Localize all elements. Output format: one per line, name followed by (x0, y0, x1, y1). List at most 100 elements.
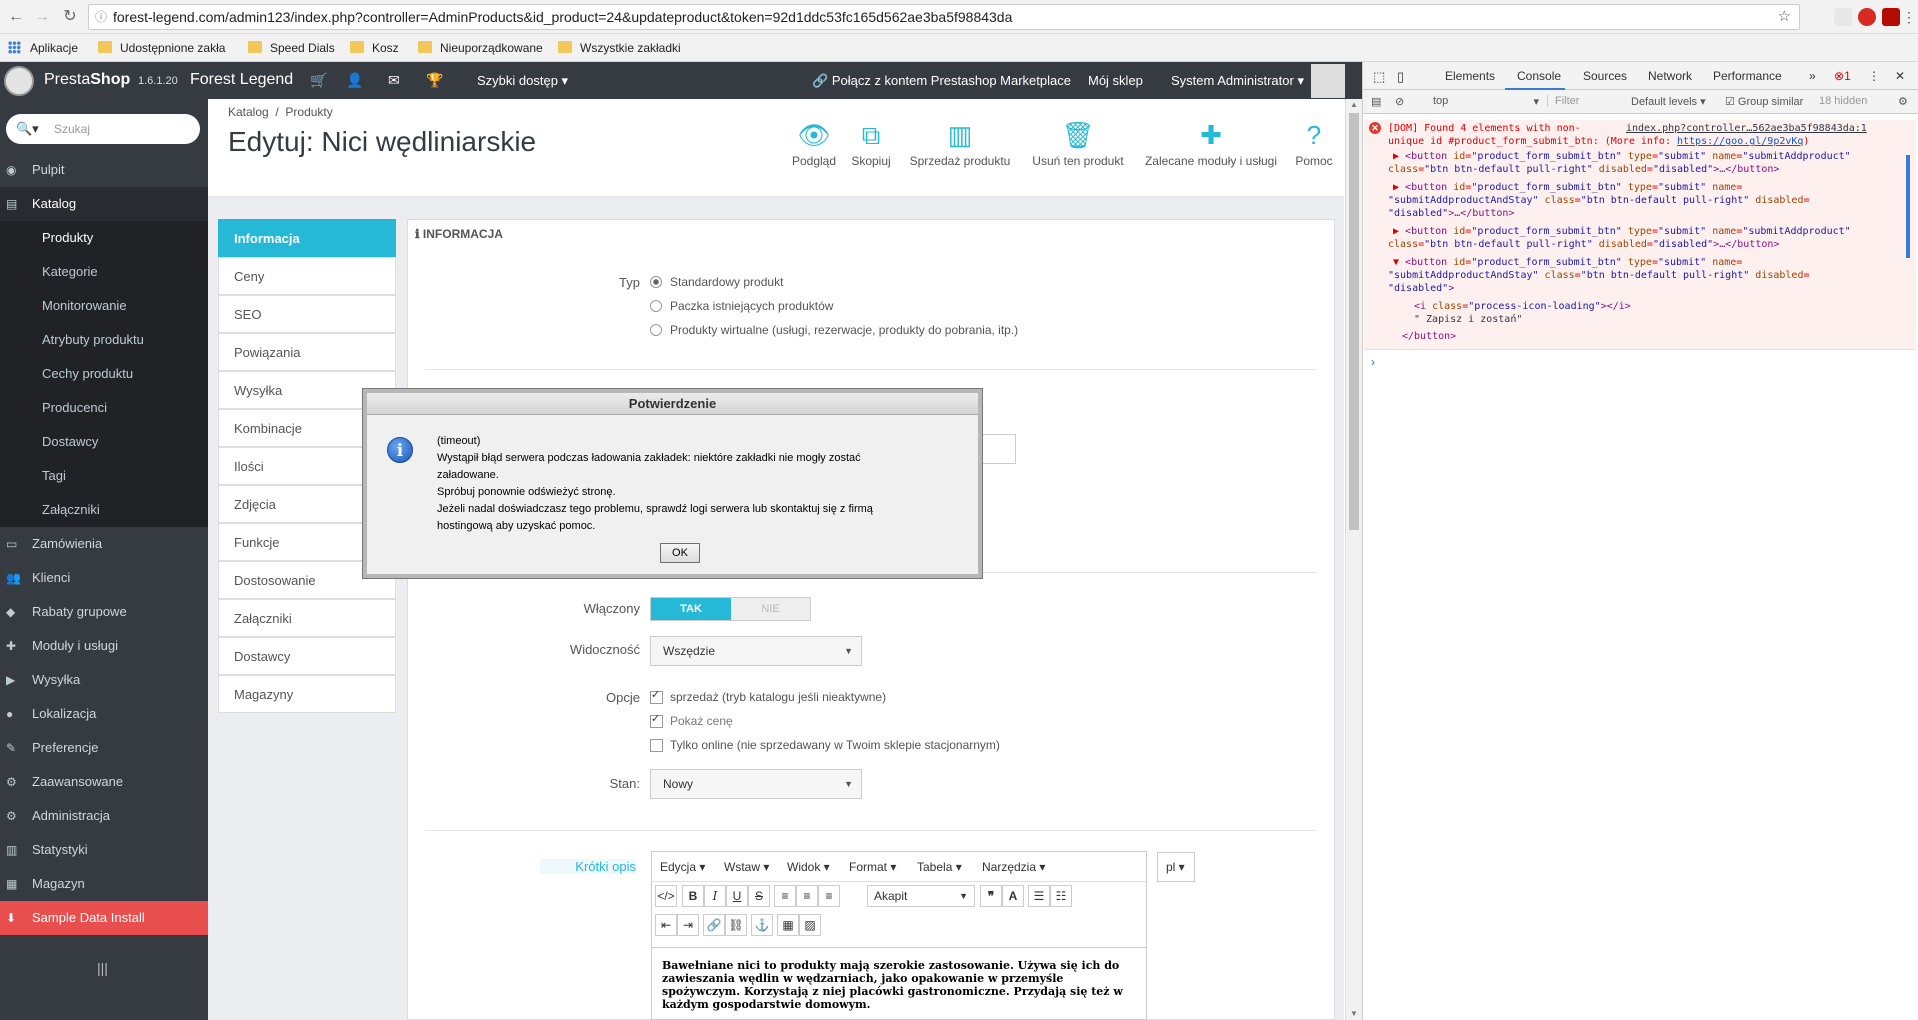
tab-performance[interactable]: Performance (1713, 69, 1782, 83)
link-icon[interactable]: 🔗 (703, 914, 725, 936)
visibility-select[interactable]: Wszędzie ▼ (650, 636, 862, 666)
type-pack-radio[interactable]: Paczka istniejących produktów (650, 299, 833, 313)
group-similar-checkbox[interactable]: ☑ Group similar (1725, 95, 1803, 108)
sidebar-item-tagi[interactable]: Tagi (0, 459, 208, 493)
user-icon[interactable]: 👤 (346, 72, 363, 89)
format-select[interactable]: Akapit ▼ (867, 885, 975, 907)
console-scrollbar[interactable] (1906, 155, 1910, 258)
switch-no[interactable]: NIE (731, 598, 810, 620)
search-input[interactable]: 🔍▾ Szukaj (6, 114, 200, 144)
shop-name[interactable]: Forest Legend (190, 71, 293, 89)
star-icon[interactable]: ☆ (1778, 5, 1791, 29)
dom-node[interactable]: ▶ <button id="product_form_submit_btn" t… (1393, 225, 1851, 238)
close-icon[interactable]: ✕ (1895, 69, 1905, 83)
sidebar-item-preferencje[interactable]: ✎ Preferencje (0, 731, 208, 765)
sidebar-item-wysylka[interactable]: ▶ Wysyłka (0, 663, 208, 697)
tab-informacja[interactable]: Informacja (218, 219, 396, 257)
levels-select[interactable]: Default levels ▾ (1631, 95, 1706, 108)
page-scrollbar[interactable]: ▲ ▼ (1345, 99, 1362, 1020)
enabled-switch[interactable]: TAK NIE (650, 597, 811, 621)
sidebar-item-moduly[interactable]: ✚ Moduły i usługi (0, 629, 208, 663)
sidebar-item-magazyn[interactable]: ▦ Magazyn (0, 867, 208, 901)
sidebar-item-administracja[interactable]: ⚙ Administracja (0, 799, 208, 833)
scrollbar-thumb[interactable] (1349, 113, 1359, 530)
scroll-up-icon[interactable]: ▲ (1350, 100, 1358, 109)
bookmark-folder[interactable]: Wszystkie zakładki (558, 40, 681, 56)
trophy-icon[interactable]: 🏆 (426, 72, 443, 89)
sidebar-item-zalaczniki[interactable]: Załączniki (0, 493, 208, 527)
tab-elements[interactable]: Elements (1445, 69, 1495, 83)
scroll-down-icon[interactable]: ▼ (1350, 1009, 1358, 1018)
show-price-checkbox[interactable]: Pokaż cenę (650, 712, 733, 728)
tab-ceny[interactable]: Ceny (218, 257, 396, 295)
marketplace-link[interactable]: 🔗 Połącz z kontem Prestashop Marketplace (812, 73, 1071, 89)
sidebar-toggle-icon[interactable]: ▤ (1371, 95, 1381, 108)
sidebar-item-katalog[interactable]: ▤ Katalog (0, 187, 208, 221)
bookmark-apps[interactable]: Aplikacje (8, 40, 78, 56)
sidebar-item-kategorie[interactable]: Kategorie (0, 255, 208, 289)
opera-icon[interactable] (1858, 8, 1876, 26)
menu-icon[interactable]: ⋮ (1868, 69, 1880, 83)
tab-seo[interactable]: SEO (218, 295, 396, 333)
avatar[interactable] (1311, 64, 1345, 98)
bookmark-folder[interactable]: Udostępnione zakła (98, 40, 225, 56)
align-center-icon[interactable]: ≡ (796, 885, 818, 907)
editor-content[interactable]: Bawełniane nici to produkty mają szeroki… (662, 959, 1138, 1011)
sidebar-item-monitorowanie[interactable]: Monitorowanie (0, 289, 208, 323)
outdent-icon[interactable]: ⇤ (655, 914, 677, 936)
inspect-icon[interactable]: ⬚ (1373, 69, 1385, 85)
switch-yes[interactable]: TAK (651, 598, 731, 620)
more-info-link[interactable]: https://goo.gl/9p2vKq (1677, 136, 1803, 147)
align-right-icon[interactable]: ≡ (818, 885, 840, 907)
employee-menu[interactable]: System Administrator ▾ (1171, 73, 1304, 89)
bookmark-folder[interactable]: Speed Dials (248, 40, 335, 56)
collapse-menu-icon[interactable]: ||| (97, 960, 108, 976)
settings-icon[interactable]: ⚙ (1898, 95, 1908, 108)
tab-sources[interactable]: Sources (1583, 69, 1627, 83)
bold-icon[interactable]: B (682, 885, 704, 907)
tab-magazyny[interactable]: Magazyny (218, 675, 396, 713)
condition-select[interactable]: Nowy ▼ (650, 769, 862, 799)
sidebar-item-klienci[interactable]: 👥 Klienci (0, 561, 208, 595)
sidebar-item-zamowienia[interactable]: ▭ Zamówienia (0, 527, 208, 561)
source-code-icon[interactable]: </> (655, 885, 677, 907)
menu-edycja[interactable]: Edycja ▾ (660, 860, 705, 874)
info-icon[interactable]: ⓘ (95, 5, 107, 29)
bookmark-folder[interactable]: Kosz (350, 40, 399, 56)
menu-narzedzia[interactable]: Narzędzia ▾ (982, 860, 1045, 874)
type-virtual-radio[interactable]: Produkty wirtualne (usługi, rezerwacje, … (650, 323, 1018, 337)
pdf-icon[interactable] (1882, 8, 1900, 26)
blockquote-icon[interactable]: ❞ (980, 885, 1002, 907)
address-bar[interactable]: ⓘ forest-legend.com/admin123/index.php?c… (88, 4, 1800, 30)
key-icon[interactable] (1834, 8, 1852, 26)
duplicate-button[interactable]: ⧉ Skopiuj (850, 120, 892, 168)
indent-icon[interactable]: ⇥ (677, 914, 699, 936)
error-count[interactable]: ⊗1 (1834, 69, 1851, 83)
sidebar-item-atrybuty[interactable]: Atrybuty produktu (0, 323, 208, 357)
sidebar-item-rabaty[interactable]: ◆ Rabaty grupowe (0, 595, 208, 629)
bullet-list-icon[interactable]: ☰ (1028, 885, 1050, 907)
prestashop-logo[interactable] (4, 66, 34, 96)
online-only-checkbox[interactable]: Tylko online (nie sprzedawany w Twoim sk… (650, 738, 1000, 752)
cart-icon[interactable]: 🛒 (310, 72, 327, 89)
my-shop-link[interactable]: Mój sklep (1088, 73, 1143, 88)
italic-icon[interactable]: I (704, 885, 726, 907)
tab-zalaczniki[interactable]: Załączniki (218, 599, 396, 637)
rich-text-editor[interactable]: Edycja ▾ Wstaw ▾ Widok ▾ Format ▾ Tabela… (651, 851, 1147, 1020)
available-for-order-checkbox[interactable]: sprzedaż (tryb katalogu jeśli nieaktywne… (650, 688, 886, 704)
preview-button[interactable]: 👁 Podgląd (791, 120, 837, 168)
error-source-link[interactable]: index.php?controller…562ae3ba5f98843da:1 (1626, 122, 1867, 135)
device-icon[interactable]: ▯ (1397, 69, 1404, 85)
tab-network[interactable]: Network (1648, 69, 1692, 83)
tab-dostawcy[interactable]: Dostawcy (218, 637, 396, 675)
sidebar-item-cechy[interactable]: Cechy produktu (0, 357, 208, 391)
menu-wstaw[interactable]: Wstaw ▾ (724, 860, 769, 874)
strikethrough-icon[interactable]: S (748, 885, 770, 907)
menu-tabela[interactable]: Tabela ▾ (917, 860, 962, 874)
filter-input[interactable]: Filter (1555, 95, 1579, 107)
align-left-icon[interactable]: ≡ (774, 885, 796, 907)
sales-button[interactable]: ▥ Sprzedaż produktu (905, 120, 1015, 168)
sidebar-item-lokalizacja[interactable]: ● Lokalizacja (0, 697, 208, 731)
dom-node[interactable]: ▶ <button id="product_form_submit_btn" t… (1393, 150, 1851, 163)
back-icon[interactable]: ← (6, 7, 26, 27)
